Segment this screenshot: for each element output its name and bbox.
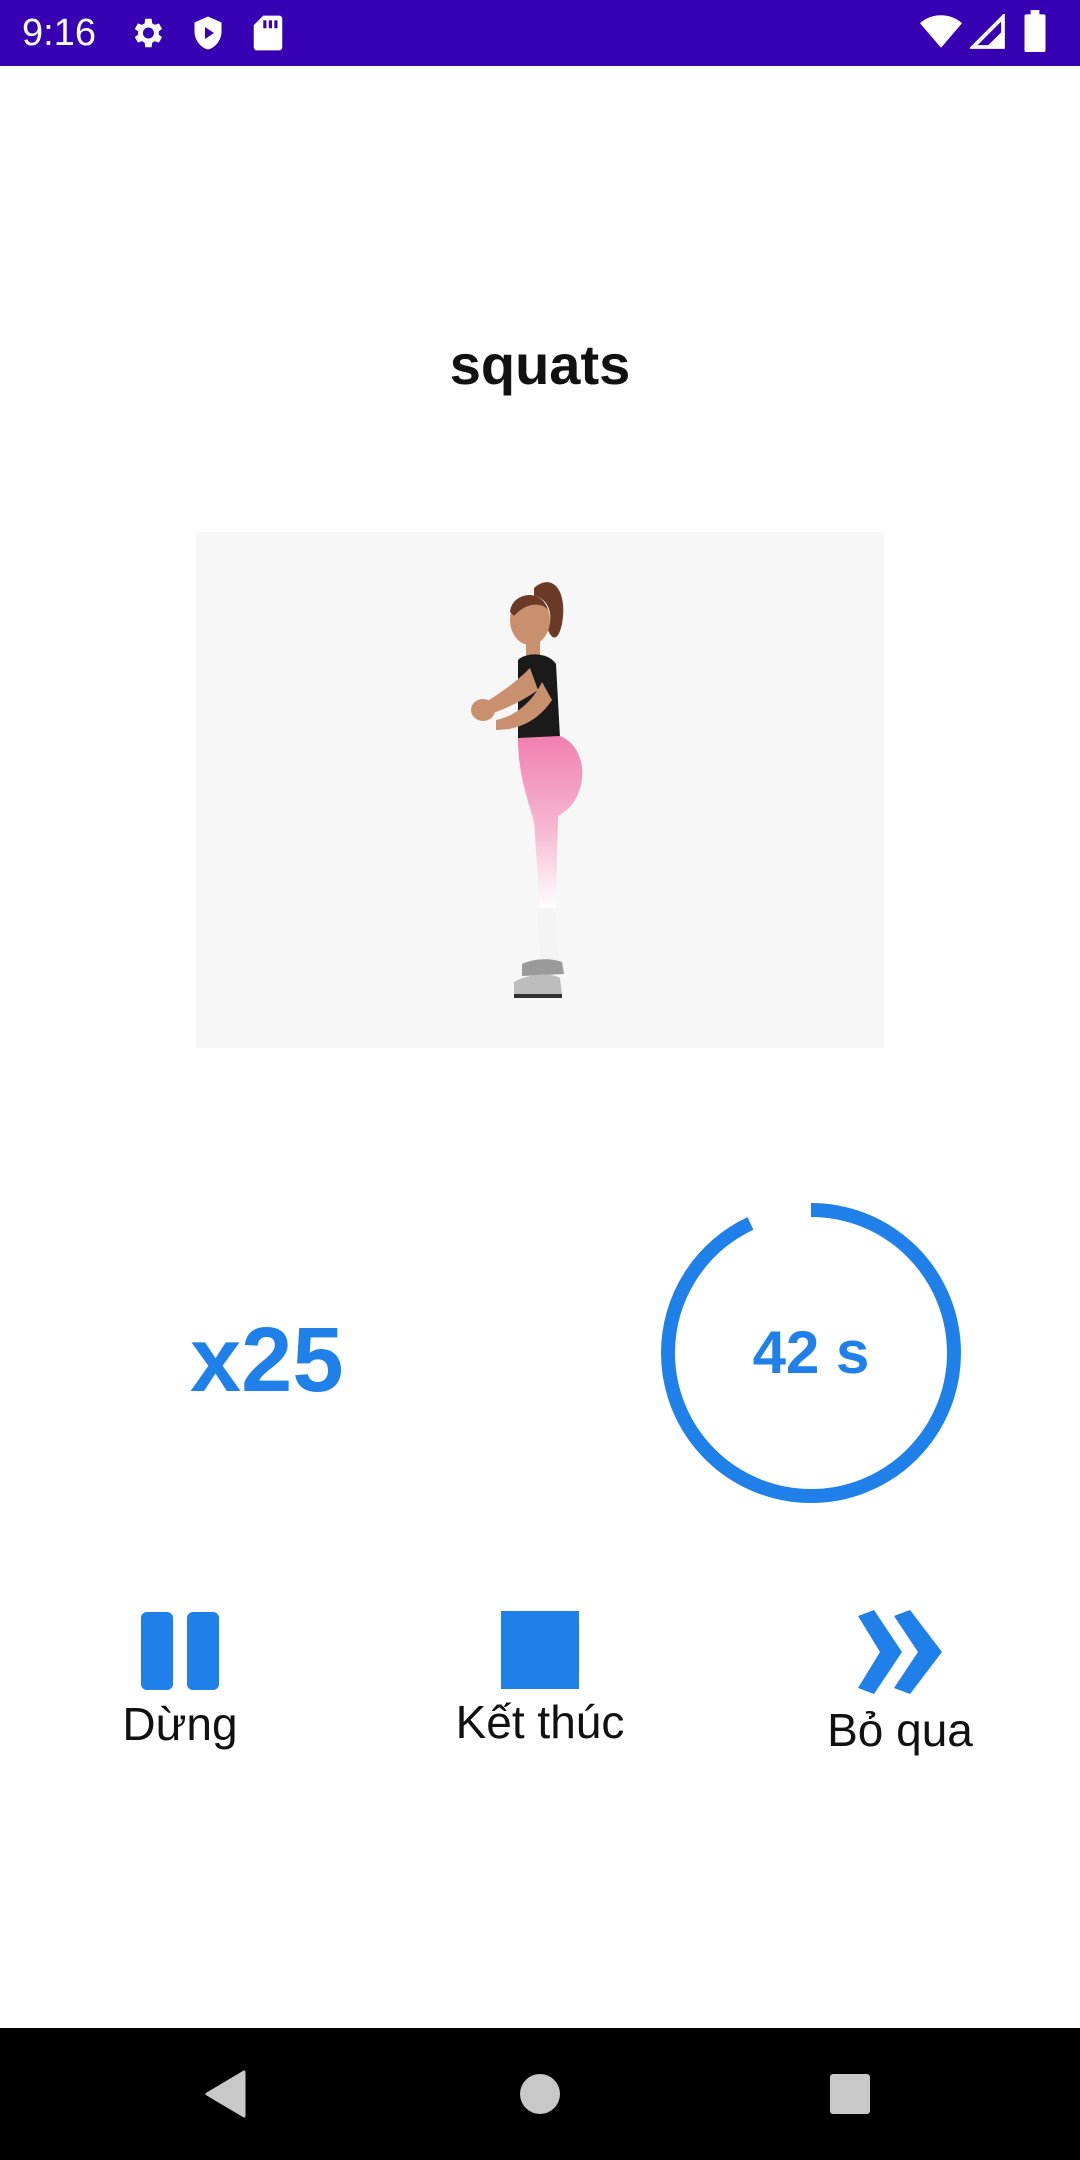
- woman-squat-figure: [471, 582, 583, 998]
- skip-label: Bỏ qua: [827, 1704, 973, 1756]
- nav-back-button[interactable]: [146, 2028, 306, 2160]
- home-icon: [520, 2074, 560, 2114]
- exercise-title: squats: [449, 333, 631, 396]
- finish-button[interactable]: Kết thúc: [420, 1610, 660, 1780]
- recents-icon: [830, 2074, 870, 2114]
- cell-signal-icon: [970, 14, 1005, 49]
- status-time: 9:16: [22, 12, 96, 54]
- double-chevron-right-icon: [858, 1610, 942, 1694]
- battery-icon: [1024, 10, 1046, 52]
- countdown-timer: 42 s: [658, 1200, 964, 1506]
- pause-icon: [141, 1612, 219, 1690]
- navigation-bar: [0, 2028, 1080, 2160]
- status-bar: 9:16: [0, 0, 1080, 66]
- reps-count: x25: [190, 1309, 344, 1411]
- nav-recents-button[interactable]: [770, 2028, 930, 2160]
- stop-icon: [501, 1611, 579, 1689]
- status-system-icons: [920, 0, 1080, 66]
- finish-label: Kết thúc: [455, 1696, 625, 1748]
- pause-label: Dừng: [122, 1698, 238, 1750]
- nav-home-button[interactable]: [460, 2028, 620, 2160]
- exercise-image: [196, 532, 884, 1048]
- settings-icon: [134, 18, 163, 48]
- skip-button[interactable]: Bỏ qua: [780, 1610, 1020, 1780]
- timer-text: 42 s: [752, 1319, 870, 1386]
- shield-play-icon: [194, 16, 222, 50]
- sd-card-icon: [253, 15, 283, 51]
- pause-button[interactable]: Dừng: [60, 1610, 300, 1780]
- wifi-icon: [920, 15, 962, 48]
- back-icon: [205, 2070, 246, 2118]
